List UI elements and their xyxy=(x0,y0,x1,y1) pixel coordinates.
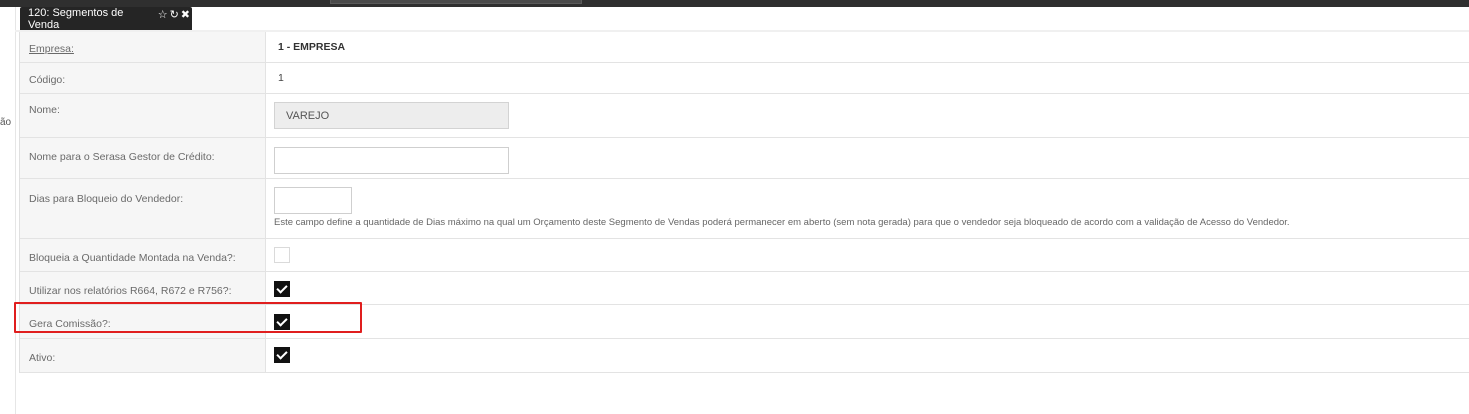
refresh-icon[interactable]: ↻ xyxy=(170,9,181,21)
empresa-value: 1 - EMPRESA xyxy=(278,41,346,53)
nome-label: Nome: xyxy=(20,94,266,137)
row-nome-serasa: Nome para o Serasa Gestor de Crédito: xyxy=(20,138,1469,179)
top-search-stub[interactable] xyxy=(330,0,582,4)
bloqueia-qtd-label: Bloqueia a Quantidade Montada na Venda?: xyxy=(20,239,266,271)
row-bloqueia-qtd: Bloqueia a Quantidade Montada na Venda?: xyxy=(20,239,1469,272)
empresa-label: Empresa: xyxy=(29,43,74,55)
dias-bloqueio-label: Dias para Bloqueio do Vendedor: xyxy=(20,179,266,238)
row-ativo: Ativo: xyxy=(20,339,1469,373)
row-codigo: Código: 1 xyxy=(20,63,1469,94)
dias-bloqueio-input[interactable] xyxy=(274,187,352,214)
row-dias-bloqueio: Dias para Bloqueio do Vendedor: Este cam… xyxy=(20,179,1469,239)
dias-bloqueio-help: Este campo define a quantidade de Dias m… xyxy=(274,217,1290,228)
ativo-label: Ativo: xyxy=(29,352,56,364)
bloqueia-qtd-checkbox[interactable] xyxy=(274,247,290,263)
ativo-checkbox[interactable] xyxy=(274,347,290,363)
top-bar xyxy=(0,0,1469,7)
codigo-value: 1 xyxy=(278,72,284,84)
utilizar-relatorios-label: Utilizar nos relatórios R664, R672 e R75… xyxy=(20,272,266,304)
close-icon[interactable]: ✖ xyxy=(181,9,192,21)
side-panel-text: ão xyxy=(0,117,12,128)
highlight-box-gera-comissao xyxy=(14,302,362,333)
nome-serasa-label: Nome para o Serasa Gestor de Crédito: xyxy=(29,151,215,163)
star-icon[interactable]: ☆ xyxy=(158,9,170,21)
row-utilizar-relatorios: Utilizar nos relatórios R664, R672 e R75… xyxy=(20,272,1469,305)
codigo-label: Código: xyxy=(20,63,266,93)
row-nome: Nome: VAREJO xyxy=(20,94,1469,138)
utilizar-relatorios-checkbox[interactable] xyxy=(274,281,290,297)
left-side-panel: ão xyxy=(0,7,16,414)
tab-title: 120: Segmentos de Venda xyxy=(28,6,124,31)
nome-serasa-input[interactable] xyxy=(274,147,509,174)
row-empresa: Empresa: 1 - EMPRESA xyxy=(20,32,1469,63)
tab-segmentos-de-venda[interactable]: 120: Segmentos de Venda ☆↻✖ xyxy=(20,6,192,31)
nome-input[interactable]: VAREJO xyxy=(274,102,509,129)
